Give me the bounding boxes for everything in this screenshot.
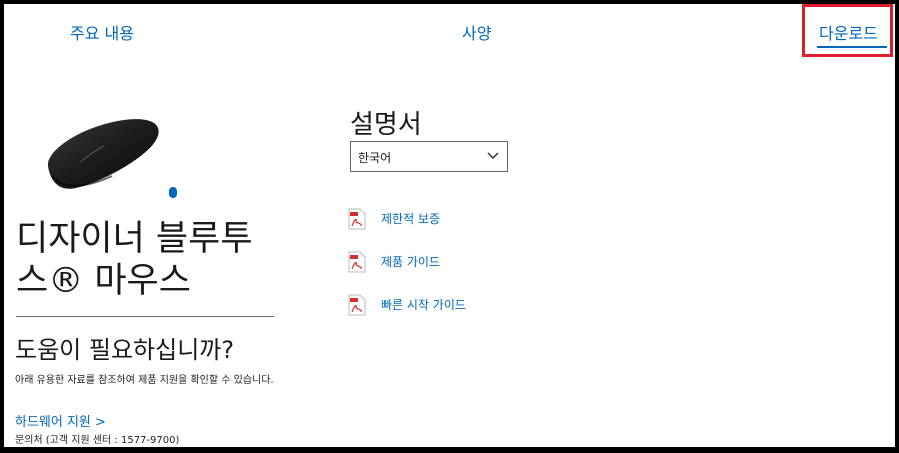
tab-downloads[interactable]: 다운로드 bbox=[819, 20, 878, 44]
product-image bbox=[42, 116, 182, 202]
language-select-value: 한국어 bbox=[358, 151, 392, 165]
document-label: 빠른 시작 가이드 bbox=[381, 298, 466, 312]
document-label: 제품 가이드 bbox=[381, 255, 441, 269]
tab-specs[interactable]: 사양 bbox=[462, 20, 491, 44]
hardware-support-link[interactable]: 하드웨어 지원 > bbox=[15, 411, 106, 430]
page: 주요 내용 사양 다운로드 디자이너 블루투스® 마우스 도움이 필요하십니까?… bbox=[4, 4, 895, 447]
chevron-down-icon bbox=[487, 152, 499, 160]
divider bbox=[16, 316, 274, 317]
bluetooth-icon bbox=[169, 187, 177, 198]
pdf-icon bbox=[348, 251, 366, 273]
active-tab-indicator bbox=[817, 46, 887, 48]
contact-info: 문의처 (고객 지원 센터 : 1577-9700) bbox=[15, 435, 180, 446]
product-title: 디자이너 블루투스® 마우스 bbox=[16, 219, 253, 301]
manuals-heading: 설명서 bbox=[350, 110, 422, 140]
pdf-icon bbox=[348, 208, 366, 230]
tab-overview[interactable]: 주요 내용 bbox=[70, 20, 134, 44]
pdf-icon bbox=[348, 294, 366, 316]
language-select[interactable]: 한국어 bbox=[350, 141, 508, 172]
document-label: 제한적 보증 bbox=[381, 212, 441, 226]
help-heading: 도움이 필요하십니까? bbox=[15, 336, 235, 364]
help-text: 아래 유용한 자료를 참조하여 제품 지원을 확인할 수 있습니다. bbox=[15, 375, 274, 386]
